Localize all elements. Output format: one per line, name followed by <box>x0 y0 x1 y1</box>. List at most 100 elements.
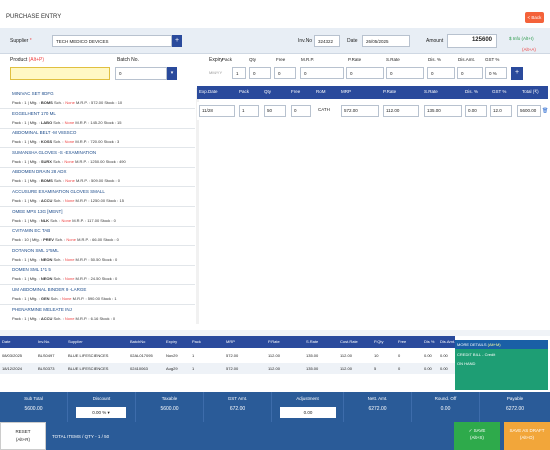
suggestion-item[interactable]: PHENARMINE MELEATE INJ Pack : 1 | Mfg. : … <box>0 304 195 324</box>
amount-input[interactable]: 125600 <box>447 34 497 48</box>
alt-a-hint: (Alt+A) <box>522 47 536 52</box>
suggestion-item[interactable]: CVITAMIN EC TAB Pack : 10 | Mfg. : PREV S… <box>0 225 195 247</box>
add-item-button[interactable]: + <box>511 67 523 80</box>
delete-row-icon[interactable]: 🗑 <box>542 108 548 114</box>
srate-input[interactable]: 0 <box>386 67 424 79</box>
history-cell: 5 <box>374 366 377 371</box>
save-button[interactable]: ✓ SAVE (Alt+S) <box>454 422 500 450</box>
info-button[interactable]: $ Info (Alt+I) <box>509 36 534 41</box>
suggestion-item[interactable]: OMEE MPS 13G [MENT] Pack : 1 | Mfg. : NLK… <box>0 206 195 227</box>
suggestion-details: Pack : 1 | Mfg. : BOMS Sch. : None M.R.P… <box>12 100 123 105</box>
history-cell: 112.00 <box>268 353 280 358</box>
batch-dropdown-button[interactable]: ▾ <box>167 67 177 80</box>
more-details-header[interactable]: MORE DETAILS (Alt+M) <box>455 340 548 349</box>
free-input[interactable]: 0 <box>274 67 296 79</box>
suggestion-item[interactable]: EGGELHENT 170 ML Pack : 1 | Mfg. : LABO S… <box>0 108 195 129</box>
date-input[interactable]: 26/05/2025 <box>362 35 410 47</box>
draft-label: SAVE AS DRAFT <box>509 428 545 433</box>
history-cell: BLUE LIFESCIENCES <box>68 353 109 358</box>
grid-cell[interactable]: 1 <box>239 105 259 117</box>
discount-input[interactable]: 0.00 % ▾ <box>76 407 126 418</box>
history-cell: 0.00 <box>440 353 448 358</box>
grid-cell[interactable]: 5600.00 <box>517 105 541 117</box>
history-col-header: Free <box>398 339 407 344</box>
supplier-label: Supplier * <box>10 38 32 44</box>
history-col-header: Dis.Amt. <box>440 339 456 344</box>
add-supplier-button[interactable]: + <box>172 35 182 47</box>
dis-input[interactable]: 0 <box>427 67 455 79</box>
grid-cell[interactable]: 12.0 <box>490 105 512 117</box>
suggestion-details: Pack : 1 | Mfg. : NEON Sch. : None M.R.P… <box>12 276 118 282</box>
suggestion-name: UM ABDOMINAL BINDER 9 -LARGE <box>12 287 87 292</box>
history-cell: 02410063 <box>130 366 148 371</box>
grid-col-header: MRP <box>341 89 351 94</box>
history-col-header: P.Rate <box>268 339 280 344</box>
history-cell: 0.00 <box>424 353 432 358</box>
suggestion-details: Pack : 1 | Mfg. : KOSS Sch. : None M.R.P… <box>12 139 120 145</box>
col-disamt: Dis.Amt. <box>458 57 476 62</box>
suggestion-name: MINIVAC SET 8DFG <box>12 91 54 96</box>
suggestion-item[interactable]: DOMEN SML 1*1 5 Pack : 1 | Mfg. : NEON Sc… <box>0 264 195 286</box>
history-col-header: BatchNo <box>130 339 146 344</box>
expiry-input[interactable]: MM/YY <box>209 70 222 75</box>
history-cell: 0 <box>398 353 401 358</box>
history-cell: 135.00 <box>306 366 319 371</box>
history-cell: 0.00 <box>424 366 432 371</box>
suggestion-item[interactable]: ACCUSURE EXAMINATION GLOVES SMALL Pack : … <box>0 186 195 207</box>
save-draft-button[interactable]: SAVE AS DRAFT (Alt+D) <box>504 422 550 450</box>
product-suggestion-list[interactable]: MINIVAC SET 8DFG Pack : 1 | Mfg. : BOMS S… <box>0 88 197 324</box>
grid-cell[interactable]: CATH <box>316 105 336 117</box>
history-row[interactable]: 08/03/2025 BLS0497 BLUE LIFESCIENCES 02AL01… <box>0 350 455 361</box>
grid-col-header: RoM <box>316 89 326 94</box>
suggestion-item[interactable]: ABDOMEN DRAIN 28 ADX Pack : 1 | Mfg. : BO… <box>0 166 195 188</box>
history-cell: 572.00 <box>226 366 239 371</box>
suggestion-scrollbar[interactable] <box>196 88 199 324</box>
suggestion-name: DOTANON SML 1*5ML <box>12 247 59 253</box>
grid-col-header: P.Rate <box>383 89 397 94</box>
col-mrp: M.R.P. <box>301 57 315 62</box>
grid-cell[interactable]: 50 <box>264 105 286 117</box>
history-col-header: Dis % <box>424 339 435 344</box>
grid-cell[interactable]: 0 <box>291 105 311 117</box>
suggestion-details: Pack : 1 | Mfg. : LABO Sch. : None M.R.P… <box>12 119 122 125</box>
grid-cell[interactable]: 135.00 <box>424 105 462 117</box>
items-grid-row[interactable]: 11/28 1 50 0 CATH 572.00 112.00 135.00 0.00 12.0 5… <box>197 102 548 120</box>
suggestion-item[interactable]: ABDOMINAL BELT -M V8SSCO Pack : 1 | Mfg. … <box>0 127 195 149</box>
supplier-input[interactable]: TECH MEDICO DEVICES <box>52 35 172 47</box>
grid-col-header: Exp.Date <box>199 89 218 94</box>
back-button[interactable]: < Back <box>525 12 544 23</box>
gst-select[interactable]: 0 % <box>485 67 507 79</box>
suggestion-item[interactable]: DOTANON SML 1*5ML Pack : 1 | Mfg. : NEON … <box>0 245 195 266</box>
suggestion-item[interactable]: SUMANSHA GLOVES -S -EXAMINATION Pack : 1 … <box>0 147 195 168</box>
suggestion-name: ACCUSURE EXAMINATION GLOVES SMALL <box>12 189 105 194</box>
suggestion-details: Pack : 1 | Mfg. : ACCU Sch. : None M.R.P… <box>12 315 116 321</box>
mrp-input[interactable]: 0 <box>300 67 344 79</box>
history-col-header: Inv.No. <box>38 339 51 344</box>
inv-no-label: Inv.No <box>298 38 313 44</box>
reset-button[interactable]: RESET (Alt+R) <box>0 422 46 450</box>
suggestion-item[interactable]: UM ABDOMINAL BINDER 9 -LARGE Pack : 1 | M… <box>0 284 195 305</box>
prate-input[interactable]: 0 <box>346 67 384 79</box>
pack-input[interactable]: 1 <box>232 67 246 79</box>
expiry-label: Expiry <box>209 57 223 63</box>
credit-bill-text: CREDIT BILL - Credit <box>457 352 496 357</box>
product-input[interactable] <box>10 67 110 80</box>
disamt-input[interactable]: 0 <box>457 67 483 79</box>
history-cell: BLS0497 <box>38 353 55 358</box>
inv-no-input[interactable]: 324322 <box>314 35 340 47</box>
taxable: Taxable 5600.00 <box>136 392 204 422</box>
grid-cell[interactable]: 572.00 <box>341 105 379 117</box>
grid-cell[interactable]: 0.00 <box>465 105 487 117</box>
product-label: Product (Alt+P) <box>10 57 45 63</box>
batch-select[interactable]: 0 <box>115 67 167 80</box>
grid-cell[interactable]: 11/28 <box>199 105 235 117</box>
adjustment-input[interactable]: 0.00 <box>280 407 336 418</box>
grid-cell[interactable]: 112.00 <box>383 105 419 117</box>
qty-input[interactable]: 0 <box>249 67 271 79</box>
history-row[interactable]: 18/12/2024 BLS0373 BLUE LIFESCIENCES 024100… <box>0 363 455 374</box>
suggestion-name: ABDOMEN DRAIN 28 ADX <box>12 169 67 175</box>
items-grid-header: Exp.Date Pack Qty Free RoM MRP P.Rate S.Rate Dis… <box>197 86 548 99</box>
history-cell: Nov29 <box>166 353 178 358</box>
suggestion-item[interactable]: MINIVAC SET 8DFG Pack : 1 | Mfg. : BOMS S… <box>0 88 195 109</box>
adjustment: Adjustment 0.00 <box>272 392 344 422</box>
